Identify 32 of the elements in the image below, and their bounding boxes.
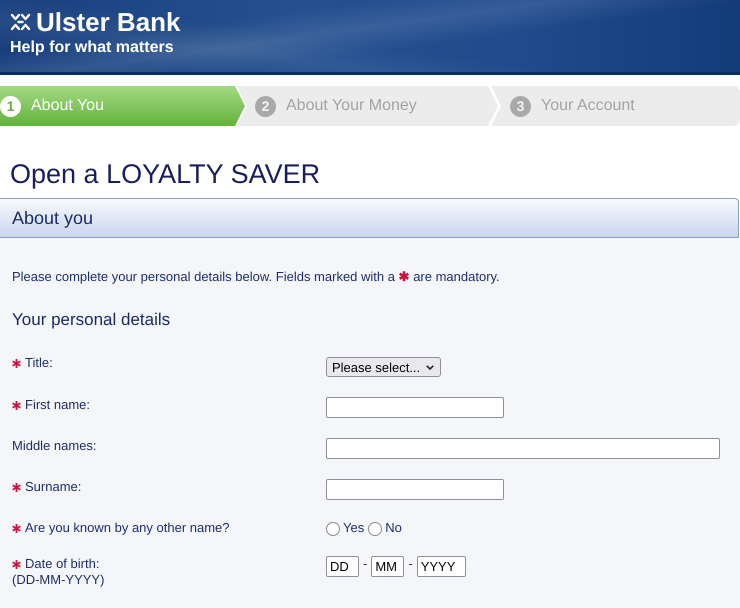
step-label: About You bbox=[31, 97, 104, 115]
field-label: Middle names: bbox=[12, 438, 97, 454]
step-number: 1 bbox=[0, 96, 21, 116]
hint-text: (DD-MM-YYYY) bbox=[12, 572, 104, 588]
tagline: Help for what matters bbox=[10, 38, 174, 58]
field-label: Are you known by any other name? bbox=[25, 520, 230, 536]
date-field[interactable]: MM bbox=[371, 556, 404, 577]
chevron-down-icon bbox=[426, 364, 434, 370]
logo-icon bbox=[10, 13, 31, 31]
step-label: About Your Money bbox=[286, 97, 417, 115]
brand-name: Ulster Bank bbox=[36, 7, 180, 37]
select-field[interactable]: Please select... bbox=[326, 357, 441, 377]
date-field[interactable]: YYYY bbox=[416, 556, 466, 577]
field-label: Title: bbox=[25, 355, 53, 371]
radio-option[interactable]: Yes bbox=[326, 520, 364, 536]
field-label: Date of birth: bbox=[25, 556, 100, 572]
text-field[interactable] bbox=[326, 479, 504, 500]
date-separator: - bbox=[408, 556, 413, 572]
field-label: Surname: bbox=[25, 479, 82, 495]
step-number: 3 bbox=[510, 96, 531, 116]
subsection-title: Your personal details bbox=[12, 310, 170, 330]
section-header: About you bbox=[0, 198, 739, 238]
text-field[interactable] bbox=[326, 438, 720, 459]
radio-option[interactable]: No bbox=[368, 520, 402, 536]
step-label: Your Account bbox=[541, 97, 635, 115]
text-field[interactable] bbox=[326, 397, 504, 418]
step-number: 2 bbox=[255, 96, 276, 116]
intro-text: Please complete your personal details below. Fields marked with a ✱ are mandatory. bbox=[12, 269, 500, 285]
page-title: Open a LOYALTY SAVER bbox=[10, 158, 320, 190]
date-field[interactable]: DD bbox=[326, 556, 359, 577]
date-separator: - bbox=[363, 556, 368, 572]
field-label: First name: bbox=[25, 397, 90, 413]
